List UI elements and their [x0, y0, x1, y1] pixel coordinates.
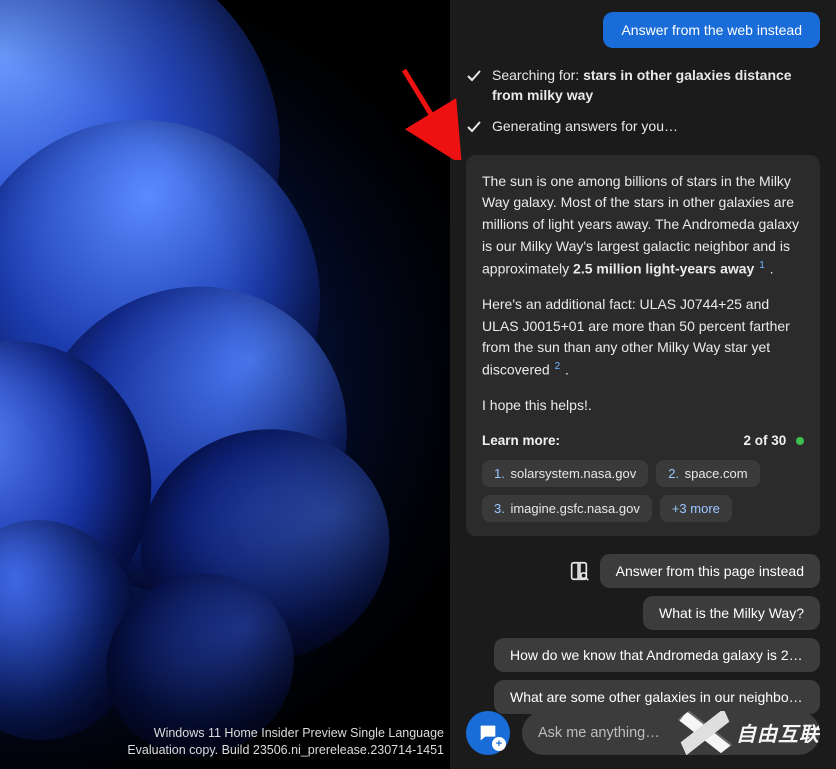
chat-panel: Answer from the web instead Searching fo… — [450, 0, 836, 769]
source-chip[interactable]: 1. solarsystem.nasa.gov — [482, 460, 648, 487]
answer-text: . — [766, 260, 774, 276]
answer-text: . — [561, 362, 569, 378]
source-number: 1. — [494, 466, 505, 481]
status-dot-icon — [796, 437, 804, 445]
status-prefix: Searching for: — [492, 67, 583, 83]
suggestion-button[interactable]: What is the Milky Way? — [643, 596, 820, 630]
answer-text: I hope this helps!. — [482, 395, 804, 417]
citation-link[interactable]: 1 — [758, 260, 766, 271]
status-generating: Generating answers for you… — [466, 117, 820, 141]
source-list: 1. solarsystem.nasa.gov 2. space.com 3. … — [482, 460, 804, 522]
status-text: Generating answers for you… — [492, 117, 820, 137]
suggestion-button[interactable]: What are some other galaxies in our neig… — [494, 680, 820, 714]
source-number: 2. — [668, 466, 679, 481]
check-icon — [466, 68, 482, 90]
wallpaper-vignette — [0, 0, 450, 769]
answer-card: The sun is one among billions of stars i… — [466, 155, 820, 536]
source-chip[interactable]: 2. space.com — [656, 460, 759, 487]
new-topic-button[interactable]: + — [466, 711, 510, 755]
source-number: 3. — [494, 501, 505, 516]
watermark-line: Windows 11 Home Insider Preview Single L… — [127, 725, 444, 742]
learn-more-label: Learn more: — [482, 431, 560, 452]
source-host: space.com — [685, 466, 748, 481]
plus-icon: + — [492, 737, 506, 751]
response-counter: 2 of 30 — [743, 433, 786, 448]
ask-input[interactable] — [538, 725, 804, 741]
answer-text: Here's an additional fact: ULAS J0744+25… — [482, 296, 790, 378]
ask-input-wrapper[interactable]: 自由互联 — [522, 711, 820, 755]
desktop-wallpaper: Windows 11 Home Insider Preview Single L… — [0, 0, 450, 769]
answer-from-page-button[interactable]: Answer from this page instead — [600, 554, 820, 588]
chat-input-row: + 自由互联 — [466, 711, 820, 755]
page-context-icon — [568, 560, 590, 582]
answer-from-web-button[interactable]: Answer from the web instead — [603, 12, 820, 48]
source-chip[interactable]: 3. imagine.gsfc.nasa.gov — [482, 495, 652, 522]
suggestion-area: Answer from this page instead What is th… — [466, 554, 820, 714]
watermark-line: Evaluation copy. Build 23506.ni_prerelea… — [127, 742, 444, 759]
status-searching: Searching for: stars in other galaxies d… — [466, 66, 820, 105]
check-icon — [466, 119, 482, 141]
windows-watermark: Windows 11 Home Insider Preview Single L… — [127, 725, 444, 759]
answer-bold: 2.5 million light-years away — [573, 260, 754, 276]
source-more-button[interactable]: +3 more — [660, 495, 732, 522]
suggestion-button[interactable]: How do we know that Andromeda galaxy is … — [494, 638, 820, 672]
source-host: imagine.gsfc.nasa.gov — [510, 501, 639, 516]
source-host: solarsystem.nasa.gov — [510, 466, 636, 481]
